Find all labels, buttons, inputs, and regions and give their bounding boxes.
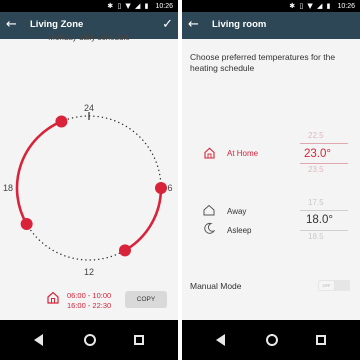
away-temp-picker[interactable]: 18.0° xyxy=(306,214,333,226)
period-handle-start-2[interactable] xyxy=(20,218,33,230)
schedule-times: 06:00 - 10:00 16:00 - 22:30 xyxy=(67,291,111,311)
status-icons: ✱ ▯ ▼ ◢ ▮ xyxy=(107,2,150,10)
at-home-divider-bottom xyxy=(300,163,348,164)
nav-recents-icon[interactable] xyxy=(134,335,144,345)
temperature-content xyxy=(182,39,360,320)
hour-label-18: 18 xyxy=(3,183,13,193)
hour-label-6: 6 xyxy=(167,183,172,193)
prompt-text: Choose preferred temperatures for the he… xyxy=(190,52,336,73)
hour-label-12: 12 xyxy=(84,267,94,277)
period-handle-end-1[interactable] xyxy=(119,244,131,257)
manual-mode-toggle[interactable]: OFF xyxy=(318,280,350,291)
status-bar: ✱ ▯ ▼ ◢ ▮ 10:26 xyxy=(182,0,360,12)
away-temp-above: 17.5 xyxy=(308,198,324,207)
schedule-dial[interactable]: 24 6 12 18 xyxy=(0,56,178,286)
at-home-label: At Home xyxy=(227,149,259,158)
period-arc-evening xyxy=(15,120,62,225)
nav-back-icon[interactable] xyxy=(216,334,225,346)
status-time: 10:26 xyxy=(155,3,173,10)
status-bar: ✱ ▯ ▼ ◢ ▮ 10:26 xyxy=(0,0,178,12)
nav-home-icon[interactable] xyxy=(266,334,278,346)
period-handle-end-2[interactable] xyxy=(55,115,68,128)
copy-button[interactable]: COPY xyxy=(125,291,167,308)
app-bar: ← Living room xyxy=(182,12,360,39)
check-icon[interactable]: ✓ xyxy=(162,16,173,34)
nav-bar xyxy=(0,320,178,360)
manual-mode-label: Manual Mode xyxy=(190,281,242,291)
nav-home-icon[interactable] xyxy=(84,334,96,346)
away-divider-bottom xyxy=(300,230,348,231)
moon-icon xyxy=(204,222,215,234)
at-home-divider-top xyxy=(300,143,348,144)
home-icon xyxy=(204,147,215,159)
left-screen: ✱ ▯ ▼ ◢ ▮ 10:26 ← Living Zone ✓ Monday d… xyxy=(0,0,178,360)
away-house-icon xyxy=(203,204,215,216)
toggle-knob: OFF xyxy=(319,281,334,290)
status-icons: ✱ ▯ ▼ ◢ ▮ xyxy=(289,2,332,10)
right-screen: ✱ ▯ ▼ ◢ ▮ 10:26 ← Living room Choose pre… xyxy=(182,0,360,360)
period-arc-morning xyxy=(124,187,163,252)
nav-recents-icon[interactable] xyxy=(316,335,326,345)
home-icon xyxy=(47,291,59,304)
schedule-title: Monday daily schedule xyxy=(48,33,130,42)
page-title: Living room xyxy=(212,19,267,30)
arrow-left-icon[interactable]: ← xyxy=(6,17,20,33)
schedule-time-2: 16:00 - 22:30 xyxy=(67,301,112,310)
asleep-label: Asleep xyxy=(227,226,252,235)
nav-back-icon[interactable] xyxy=(34,334,43,346)
schedule-time-1: 06:00 - 10:00 xyxy=(67,291,112,300)
away-label: Away xyxy=(227,207,247,216)
page-title: Living Zone xyxy=(30,19,84,30)
away-temp-below: 18.5 xyxy=(308,232,324,241)
at-home-temp-picker[interactable]: 23.0° xyxy=(304,148,331,160)
hour-label-24: 24 xyxy=(84,103,94,113)
away-divider-top xyxy=(300,210,348,211)
period-handle-start-1[interactable] xyxy=(155,182,167,194)
nav-bar xyxy=(182,320,360,360)
status-time: 10:26 xyxy=(337,3,355,10)
at-home-temp-below: 23.5 xyxy=(308,165,324,174)
at-home-temp-above: 22.5 xyxy=(308,131,324,140)
arrow-left-icon[interactable]: ← xyxy=(188,17,202,33)
